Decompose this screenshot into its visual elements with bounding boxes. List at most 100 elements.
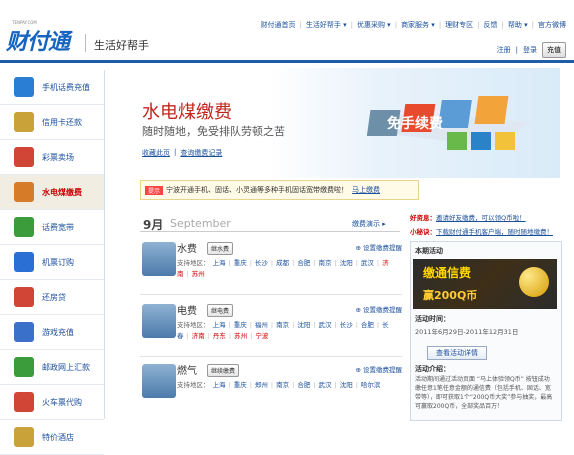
region-link[interactable]: 宁波 <box>255 332 268 340</box>
sidebar-item[interactable]: 邮政网上汇款 <box>0 350 104 385</box>
history-link[interactable]: 查询缴费记录 <box>180 148 222 158</box>
sidebar-item-label: 水电煤缴费 <box>42 187 82 197</box>
region-link[interactable]: 济南 <box>192 332 205 340</box>
sidebar-item[interactable]: 信用卡还款 <box>0 105 104 140</box>
reminder-link[interactable]: ⊕ 设置缴费提醒 <box>355 304 402 314</box>
pay-button[interactable]: 继电费 <box>207 304 234 317</box>
sidebar-item[interactable]: 火车票代购 <box>0 385 104 420</box>
divider: | <box>501 21 504 29</box>
region-link[interactable]: 成都 <box>276 259 289 267</box>
notice-bar: 提示 宁波开通手机、固话、小灵通等多种手机固话宽带缴费啦！ 马上缴费 <box>140 180 419 200</box>
sidebar-item[interactable]: 水电煤缴费 <box>0 175 104 210</box>
sidebar-item[interactable]: 话费宽带 <box>0 210 104 245</box>
post-icon <box>14 357 34 377</box>
activity-banner[interactable]: 缴通信费 赢200Q币 <box>413 259 557 309</box>
activity-detail-button[interactable]: 查看活动详情 <box>427 346 487 360</box>
topnav-item[interactable]: 优惠采购 ▾ <box>357 20 391 30</box>
tenpay-logo[interactable]: 财付通 <box>6 24 70 56</box>
top-navigation: 财付通首页 | 生活好帮手 ▾ | 优惠采购 ▾ | 商家服务 ▾ | 理财专区 | 反馈 | 帮助 ▾… <box>260 20 566 30</box>
activity-panel: 本期活动 缴通信费 赢200Q币 活动时间： 2011年6月29日-2011年1… <box>410 241 562 421</box>
region-link[interactable]: 福州 <box>255 321 268 329</box>
region-link[interactable]: 丹东 <box>213 332 226 340</box>
region-list: 支持地区： 上海 | 重庆 | 长沙 | 成都 | 合肥 | 南京 | 沈阳 | 武汉 | 济南 | 苏州 <box>177 258 399 280</box>
pay-button[interactable]: 继续缴费 <box>207 364 240 377</box>
topnav-item[interactable]: 商家服务 ▾ <box>401 20 435 30</box>
region-link[interactable]: 重庆 <box>234 381 247 389</box>
region-link[interactable]: 武汉 <box>319 381 332 389</box>
region-link[interactable]: 沈阳 <box>340 259 353 267</box>
activity-title: 本期活动 <box>415 247 443 255</box>
sidebar-item[interactable]: 彩票卖场 <box>0 140 104 175</box>
notice-text: 宁波开通手机、固话、小灵通等多种手机固话宽带缴费啦！ <box>166 186 349 194</box>
region-link[interactable]: 重庆 <box>234 259 247 267</box>
divider: | <box>313 381 316 389</box>
topnav-item[interactable]: 反馈 <box>484 20 498 30</box>
region-link[interactable]: 上海 <box>213 321 226 329</box>
divider: | <box>438 21 442 29</box>
divider: | <box>228 259 231 267</box>
divider: | <box>270 381 274 389</box>
invite-link[interactable]: 邀请好友缴费，可以领Q币啦！ <box>436 214 526 222</box>
topnav-item[interactable]: 理财专区 <box>445 20 473 30</box>
lottery-icon <box>14 147 34 167</box>
sidebar-item[interactable]: 手机话费充值 <box>0 70 104 105</box>
region-link[interactable]: 哈尔滨 <box>361 381 381 389</box>
divider: | <box>270 259 274 267</box>
bell-icon: ⊕ <box>355 244 363 252</box>
region-label: 支持地区： <box>177 381 210 389</box>
region-link[interactable]: 南京 <box>319 259 332 267</box>
sidebar-item[interactable]: 还房贷 <box>0 280 104 315</box>
divider: | <box>313 321 316 329</box>
divider: | <box>228 332 232 340</box>
bill-divider <box>140 294 402 295</box>
region-link[interactable]: 苏州 <box>234 332 247 340</box>
region-link[interactable]: 长沙 <box>255 259 268 267</box>
client-link[interactable]: 下载财付通手机客户端，随时随地缴费！ <box>436 228 553 236</box>
region-link[interactable]: 合肥 <box>361 321 374 329</box>
region-link[interactable]: 合肥 <box>297 259 310 267</box>
reminder-link[interactable]: ⊕ 设置缴费提醒 <box>355 242 402 252</box>
sidebar-item[interactable]: 机票订购 <box>0 245 104 280</box>
register-link[interactable]: 注册 <box>497 45 511 55</box>
sidebar-item[interactable]: 游戏充值 <box>0 315 104 350</box>
demo-link[interactable]: 缴费演示 ▸ <box>352 219 386 229</box>
train-icon <box>14 392 34 412</box>
demo-label: 缴费演示 <box>352 220 380 228</box>
login-link[interactable]: 登录 <box>523 45 537 55</box>
recharge-button[interactable]: 充值 <box>542 42 566 58</box>
pay-button[interactable]: 继水费 <box>207 242 234 255</box>
region-link[interactable]: 武汉 <box>361 259 374 267</box>
region-link[interactable]: 长沙 <box>340 321 353 329</box>
bill-name: 水费 <box>177 244 197 255</box>
reminder-link[interactable]: ⊕ 设置缴费提醒 <box>355 364 402 374</box>
region-link[interactable]: 南京 <box>276 321 289 329</box>
notice-tag: 提示 <box>145 185 164 195</box>
region-link[interactable]: 上海 <box>213 259 226 267</box>
divider: | <box>355 321 358 329</box>
region-link[interactable]: 苏州 <box>192 270 205 278</box>
sidebar-item[interactable]: 特价酒店 <box>0 420 104 455</box>
topnav-item[interactable]: 生活好帮手 ▾ <box>306 20 347 30</box>
no-fee-art: 免手续费 <box>367 96 532 150</box>
region-link[interactable]: 南京 <box>276 381 289 389</box>
game-icon <box>14 322 34 342</box>
topnav-item[interactable]: 财付通首页 <box>260 20 295 30</box>
region-link[interactable]: 沈阳 <box>340 381 353 389</box>
bookmark-link[interactable]: 收藏此页 <box>142 148 170 158</box>
region-link[interactable]: 郑州 <box>255 381 268 389</box>
bulb-icon <box>142 304 176 338</box>
sidebar-item-label: 还房贷 <box>42 292 66 302</box>
region-link[interactable]: 合肥 <box>297 381 310 389</box>
divider: | <box>531 21 534 29</box>
divider: | <box>292 381 295 389</box>
divider: | <box>249 381 252 389</box>
hotel-icon <box>14 427 34 447</box>
region-link[interactable]: 武汉 <box>319 321 332 329</box>
topnav-item[interactable]: 官方微博 <box>538 20 566 30</box>
region-link[interactable]: 沈阳 <box>297 321 310 329</box>
pay-now-link[interactable]: 马上缴费 <box>352 185 380 195</box>
tips: 好资息：邀请好友缴费，可以领Q币啦！ 小秘诀：下载财付通手机客户端，随时随地缴费… <box>410 212 560 240</box>
topnav-item[interactable]: 帮助 ▾ <box>508 20 528 30</box>
region-link[interactable]: 上海 <box>213 381 226 389</box>
region-link[interactable]: 重庆 <box>234 321 247 329</box>
